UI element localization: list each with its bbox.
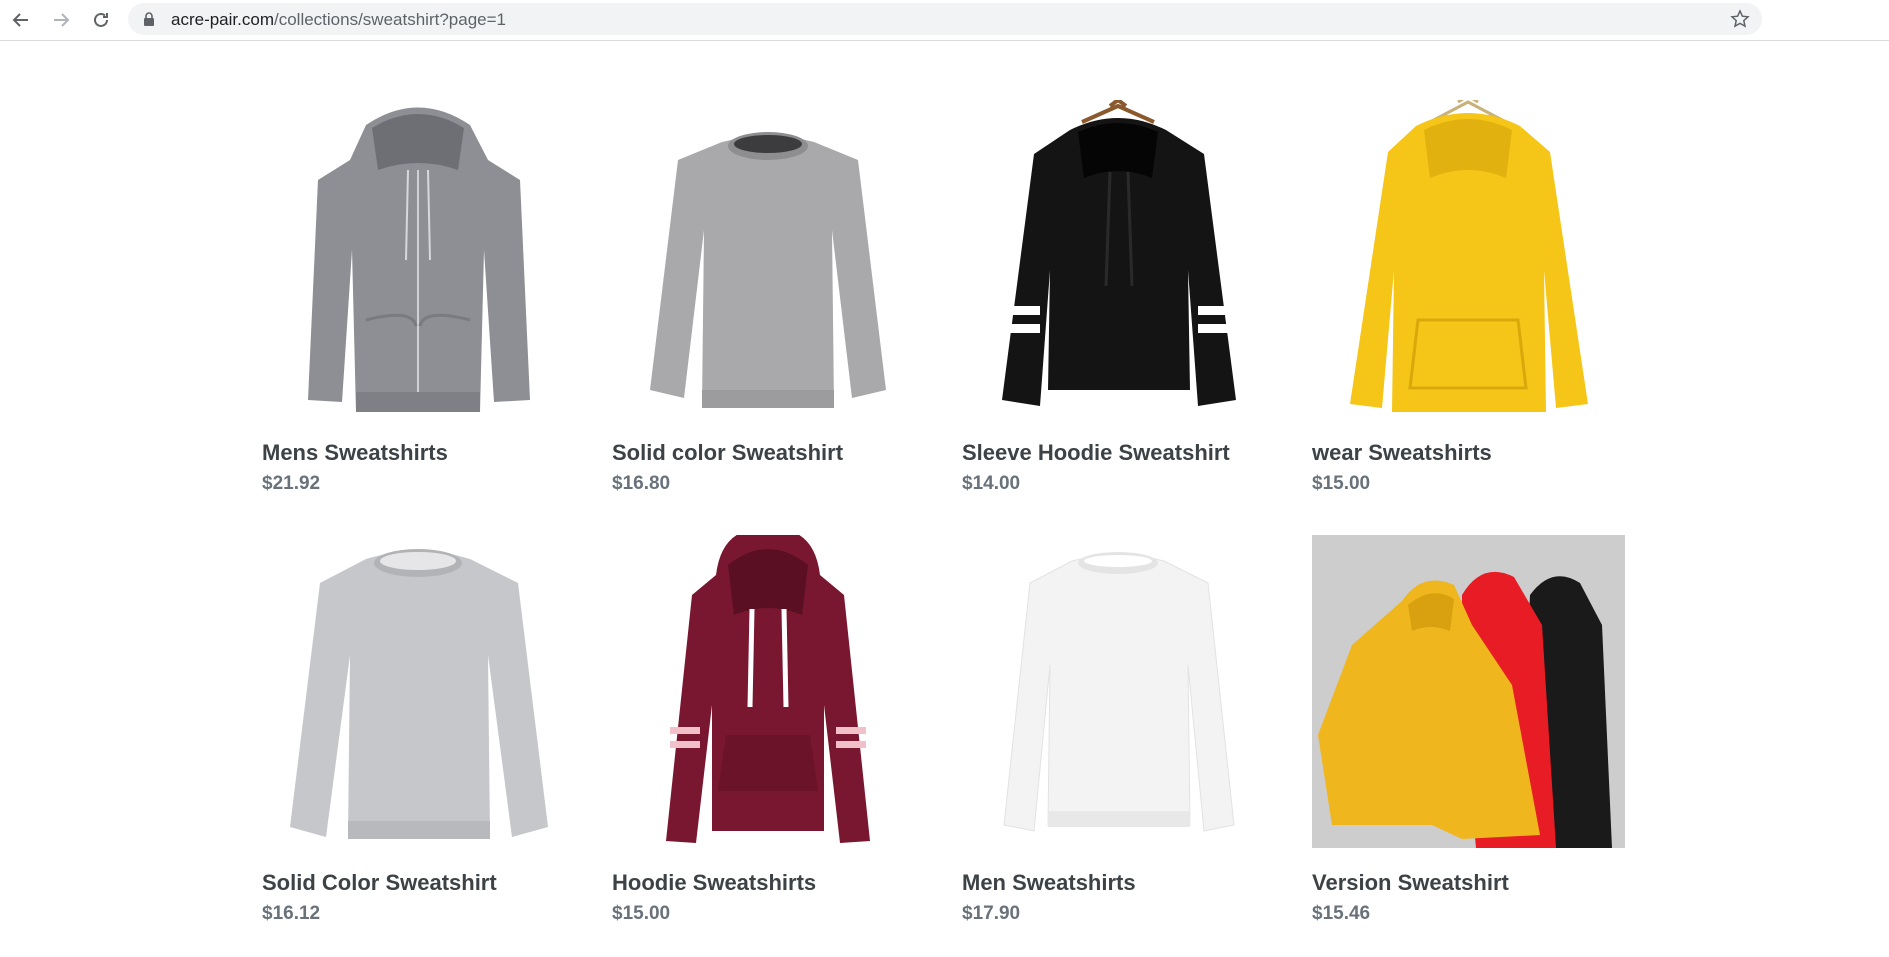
product-title[interactable]: Version Sweatshirt [1312, 870, 1509, 896]
product-title[interactable]: Hoodie Sweatshirts [612, 870, 816, 896]
address-bar[interactable]: acre-pair.com/collections/sweatshirt?pag… [128, 3, 1762, 35]
browser-toolbar: acre-pair.com/collections/sweatshirt?pag… [0, 0, 1889, 41]
product-title[interactable]: Solid color Sweatshirt [612, 440, 843, 466]
url-text[interactable]: acre-pair.com/collections/sweatshirt?pag… [171, 10, 506, 30]
product-card[interactable]: Version Sweatshirt $15.46 [1312, 535, 1625, 924]
product-title[interactable]: Men Sweatshirts [962, 870, 1136, 896]
product-price: $17.90 [962, 903, 1021, 924]
lock-icon[interactable] [142, 12, 156, 26]
product-image-yellow-hoodie[interactable] [1312, 100, 1625, 413]
reload-icon[interactable] [86, 5, 116, 35]
product-price: $15.00 [1312, 473, 1371, 494]
product-grid: Mens Sweatshirts $21.92 Solid color Swea… [262, 100, 1632, 940]
product-price: $15.46 [1312, 903, 1371, 924]
product-image-black-striped-hoodie[interactable] [962, 100, 1275, 413]
product-card[interactable]: Men Sweatshirts $17.90 [962, 535, 1275, 924]
product-price: $16.80 [612, 473, 671, 494]
product-price: $16.12 [262, 903, 321, 924]
product-price: $14.00 [962, 473, 1021, 494]
product-card[interactable]: Hoodie Sweatshirts $15.00 [612, 535, 925, 924]
product-image-gray-crewneck[interactable] [612, 100, 925, 413]
product-price: $21.92 [262, 473, 321, 494]
product-image-burgundy-hoodie[interactable] [612, 535, 925, 848]
url-path: /collections/sweatshirt?page=1 [273, 10, 506, 29]
back-arrow-icon[interactable] [6, 5, 36, 35]
product-image-gray-zip-hoodie[interactable] [262, 100, 575, 413]
product-image-white-crewneck[interactable] [962, 535, 1275, 848]
product-image-light-gray-crewneck[interactable] [262, 535, 575, 848]
product-card[interactable]: Solid Color Sweatshirt $16.12 [262, 535, 575, 924]
product-card[interactable]: Sleeve Hoodie Sweatshirt $14.00 [962, 100, 1275, 494]
product-card[interactable]: Mens Sweatshirts $21.92 [262, 100, 575, 494]
bookmark-star-icon[interactable] [1730, 9, 1750, 29]
product-title[interactable]: Mens Sweatshirts [262, 440, 448, 466]
product-title[interactable]: Sleeve Hoodie Sweatshirt [962, 440, 1230, 466]
product-price: $15.00 [612, 903, 671, 924]
product-card[interactable]: wear Sweatshirts $15.00 [1312, 100, 1625, 494]
product-title[interactable]: wear Sweatshirts [1312, 440, 1492, 466]
product-image-three-hoodies-photo[interactable] [1312, 535, 1625, 848]
forward-arrow-icon[interactable] [46, 5, 76, 35]
product-card[interactable]: Solid color Sweatshirt $16.80 [612, 100, 925, 494]
product-title[interactable]: Solid Color Sweatshirt [262, 870, 497, 896]
url-host: acre-pair.com [171, 10, 274, 29]
